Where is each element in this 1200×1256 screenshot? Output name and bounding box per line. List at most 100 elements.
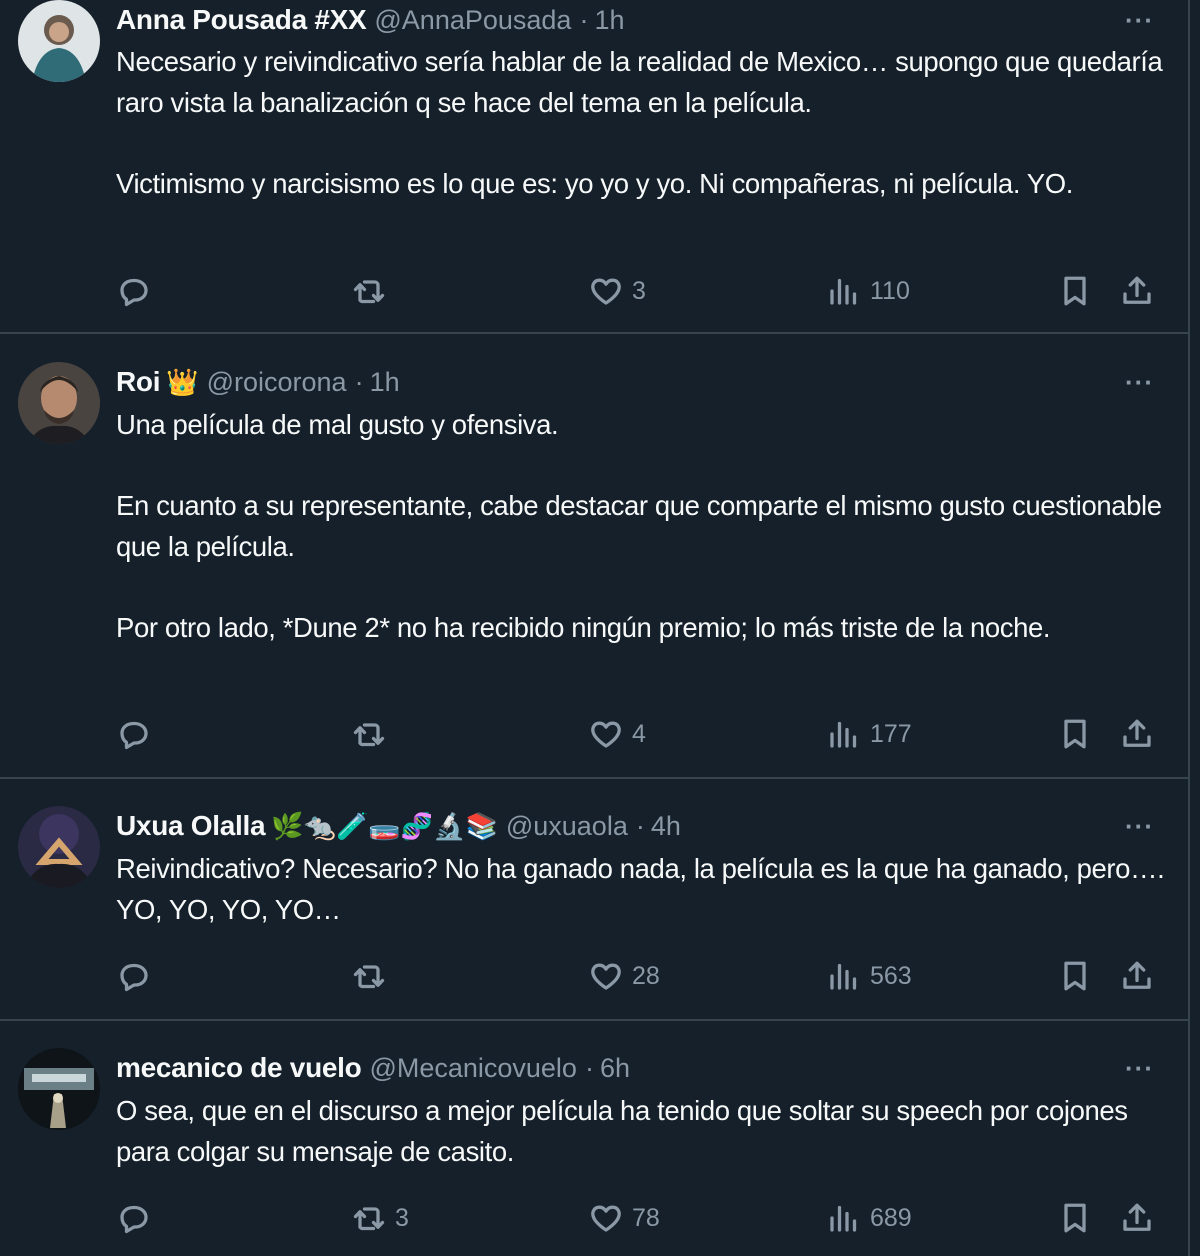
bookmark-button[interactable] [1057,956,1093,996]
views-button[interactable]: 177 [826,714,912,754]
bookmark-icon [1064,276,1086,306]
retweet-button[interactable] [351,271,395,311]
tweet-paragraph: En cuanto a su representante, cabe desta… [116,490,1162,562]
handle[interactable]: @uxuaola [506,811,628,842]
views-button[interactable]: 110 [826,271,910,311]
views-icon [830,1205,857,1232]
handle[interactable]: @Mecanicovuelo [369,1053,577,1084]
share-button[interactable] [1119,714,1155,754]
like-icon [591,963,621,990]
display-name[interactable]: Anna Pousada #XX [116,4,367,36]
handle[interactable]: @AnnaPousada [374,5,571,36]
action-bar: 3 78 689 [116,1198,1166,1238]
bookmark-button[interactable] [1057,714,1093,754]
dot-separator: · [354,366,364,397]
tweet-header: Roi 👑 @roicorona · 1h [116,362,1158,402]
bookmark-button[interactable] [1057,1198,1093,1238]
reply-icon [120,278,148,307]
views-count: 563 [870,961,912,990]
avatar[interactable] [18,0,100,82]
bookmark-icon [1064,961,1086,991]
views-icon [830,963,857,990]
reply-icon [120,963,148,992]
views-count: 689 [870,1203,912,1232]
avatar[interactable] [18,362,100,444]
views-button[interactable]: 563 [826,956,912,996]
name-emoji: 👑 [166,366,199,397]
more-icon[interactable]: ··· [1125,362,1154,402]
retweet-icon [353,1207,385,1231]
tweet-text: Necesario y reivindicativo sería hablar … [116,42,1166,204]
tweet-text: O sea, que en el discurso a mejor pelícu… [116,1091,1166,1172]
retweet-button[interactable] [351,956,395,996]
action-bar: 4 177 [116,714,1166,754]
timestamp[interactable]: 4h [651,811,681,842]
share-icon [1123,1203,1151,1231]
tweet[interactable]: Roi 👑 @roicorona · 1h ··· Una película d… [0,362,1188,776]
retweet-icon [353,723,385,747]
avatar[interactable] [18,1048,100,1130]
timestamp[interactable]: 1h [594,5,624,36]
tweet[interactable]: Anna Pousada #XX @AnnaPousada · 1h ··· N… [0,0,1188,334]
like-count: 28 [632,961,660,990]
views-count: 177 [870,719,912,748]
tweet-header: Anna Pousada #XX @AnnaPousada · 1h [116,0,1158,40]
tweet-divider [0,332,1188,334]
share-icon [1123,719,1151,747]
reply-button[interactable] [116,271,160,311]
tweet[interactable]: Uxua Olalla 🌿🐀🧪🧫🧬🔬📚 @uxuaola · 4h ··· Re… [0,806,1188,1018]
like-icon [591,721,621,748]
action-bar: 3 110 [116,271,1166,311]
like-button[interactable]: 78 [588,1198,660,1238]
tweet-text: Reivindicativo? Necesario? No ha ganado … [116,849,1166,930]
bookmark-button[interactable] [1057,271,1093,311]
timestamp[interactable]: 1h [370,367,400,398]
reply-button[interactable] [116,1198,160,1238]
like-count: 4 [632,719,646,748]
tweet-header: mecanico de vuelo @Mecanicovuelo · 6h [116,1048,1158,1088]
retweet-icon [353,965,385,989]
dot-separator: · [584,1052,594,1083]
display-name[interactable]: Uxua Olalla [116,810,266,842]
views-icon [830,721,857,748]
share-icon [1123,961,1151,989]
like-button[interactable]: 4 [588,714,646,754]
display-name[interactable]: Roi [116,366,161,398]
tweet-paragraph: Reivindicativo? Necesario? No ha ganado … [116,853,1165,925]
handle[interactable]: @roicorona [207,367,347,398]
share-button[interactable] [1119,956,1155,996]
like-button[interactable]: 3 [588,271,646,311]
retweet-button[interactable] [351,714,395,754]
share-icon [1123,276,1151,304]
dot-separator: · [635,810,645,841]
reply-button[interactable] [116,714,160,754]
like-icon [591,1205,621,1232]
share-button[interactable] [1119,271,1155,311]
retweet-count: 3 [395,1203,409,1232]
tweet-paragraph: Necesario y reivindicativo sería hablar … [116,46,1163,118]
more-icon[interactable]: ··· [1125,0,1154,40]
tweet-paragraph: O sea, que en el discurso a mejor pelícu… [116,1095,1128,1167]
views-icon [830,278,857,305]
like-button[interactable]: 28 [588,956,660,996]
timeline-feed: Anna Pousada #XX @AnnaPousada · 1h ··· N… [0,0,1190,1256]
tweet-header: Uxua Olalla 🌿🐀🧪🧫🧬🔬📚 @uxuaola · 4h [116,806,1158,846]
dot-separator: · [579,4,589,35]
display-name[interactable]: mecanico de vuelo [116,1052,362,1084]
reply-icon [120,1205,148,1234]
action-bar: 28 563 [116,956,1166,996]
more-icon[interactable]: ··· [1125,1048,1154,1088]
timestamp[interactable]: 6h [600,1053,630,1084]
retweet-icon [353,280,385,304]
reply-button[interactable] [116,956,160,996]
retweet-button[interactable]: 3 [351,1198,409,1238]
views-button[interactable]: 689 [826,1198,912,1238]
tweet-divider [0,777,1188,779]
tweet-paragraph: Victimismo y narcisismo es lo que es: yo… [116,167,1073,199]
avatar[interactable] [18,806,100,888]
bookmark-icon [1064,1203,1086,1233]
tweet[interactable]: mecanico de vuelo @Mecanicovuelo · 6h ··… [0,1048,1188,1256]
share-button[interactable] [1119,1198,1155,1238]
like-count: 3 [632,276,646,305]
more-icon[interactable]: ··· [1125,806,1154,846]
